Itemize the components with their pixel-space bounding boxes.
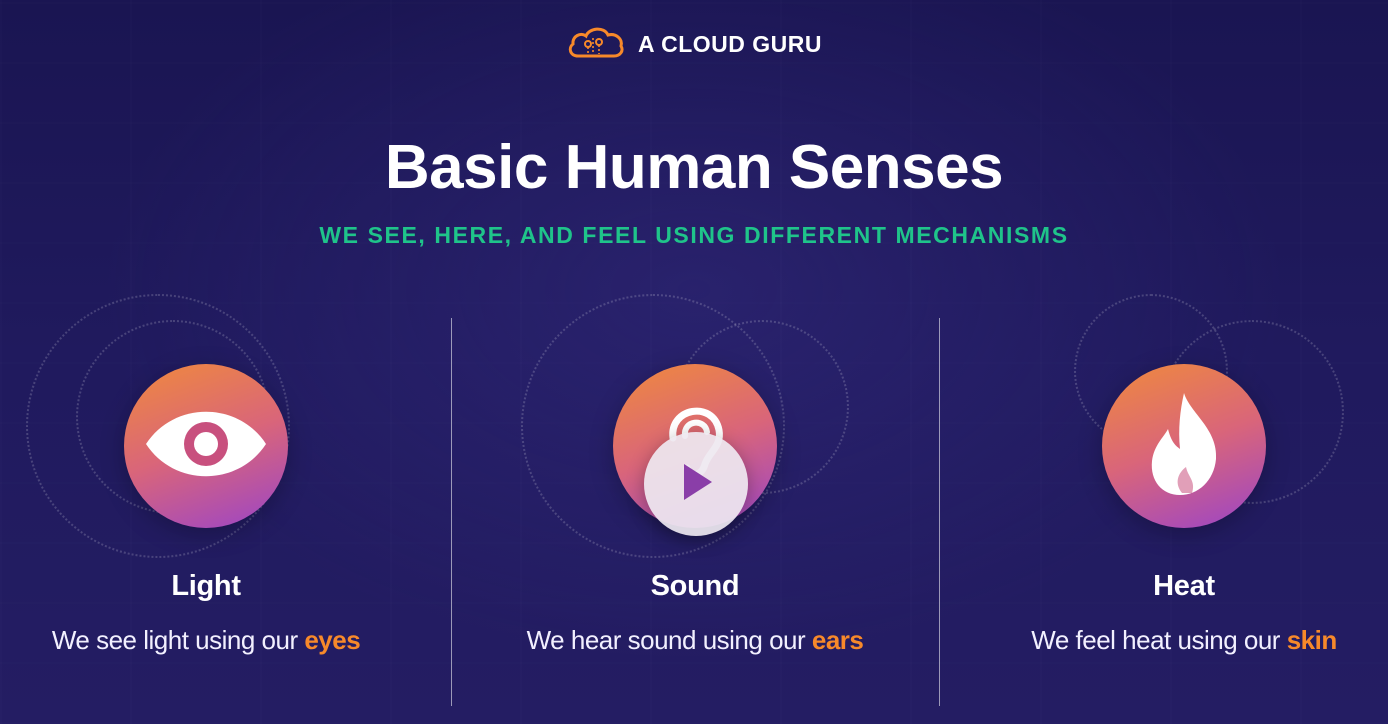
sense-circle	[124, 364, 288, 528]
brand-name: A CLOUD GURU	[637, 31, 823, 57]
organ-highlight: skin	[1286, 625, 1338, 655]
flame-icon	[1144, 389, 1224, 504]
page-subtitle: WE SEE, HERE, AND FEEL USING DIFFERENT M…	[319, 222, 1069, 248]
cloud-icon	[566, 24, 626, 65]
sense-description: We see light using our eyes	[51, 625, 361, 656]
organ-highlight: ears	[811, 625, 864, 655]
sense-card-heat: Heat We feel heat using our skin	[954, 290, 1388, 656]
column-divider	[939, 318, 940, 706]
page-title: Basic Human Senses	[384, 133, 1004, 202]
sense-title: Light	[171, 570, 241, 602]
brand-logo: A CLOUD GURU	[0, 24, 1388, 65]
video-play-button[interactable]	[644, 432, 748, 536]
sense-description: We hear sound using our ears	[527, 625, 864, 656]
description-text: We feel heat using our	[1031, 625, 1287, 655]
organ-highlight: eyes	[304, 625, 361, 655]
eye-icon	[144, 409, 268, 484]
column-divider	[451, 318, 452, 706]
sense-title: Sound	[650, 570, 740, 602]
play-icon	[676, 460, 716, 509]
sense-title: Heat	[1153, 570, 1215, 602]
sense-description: We feel heat using our skin	[1031, 625, 1338, 656]
sense-circle	[1102, 364, 1266, 528]
description-text: We hear sound using our	[526, 625, 812, 655]
description-text: We see light using our	[51, 625, 305, 655]
sense-card-light: Light We see light using our eyes	[0, 290, 436, 656]
